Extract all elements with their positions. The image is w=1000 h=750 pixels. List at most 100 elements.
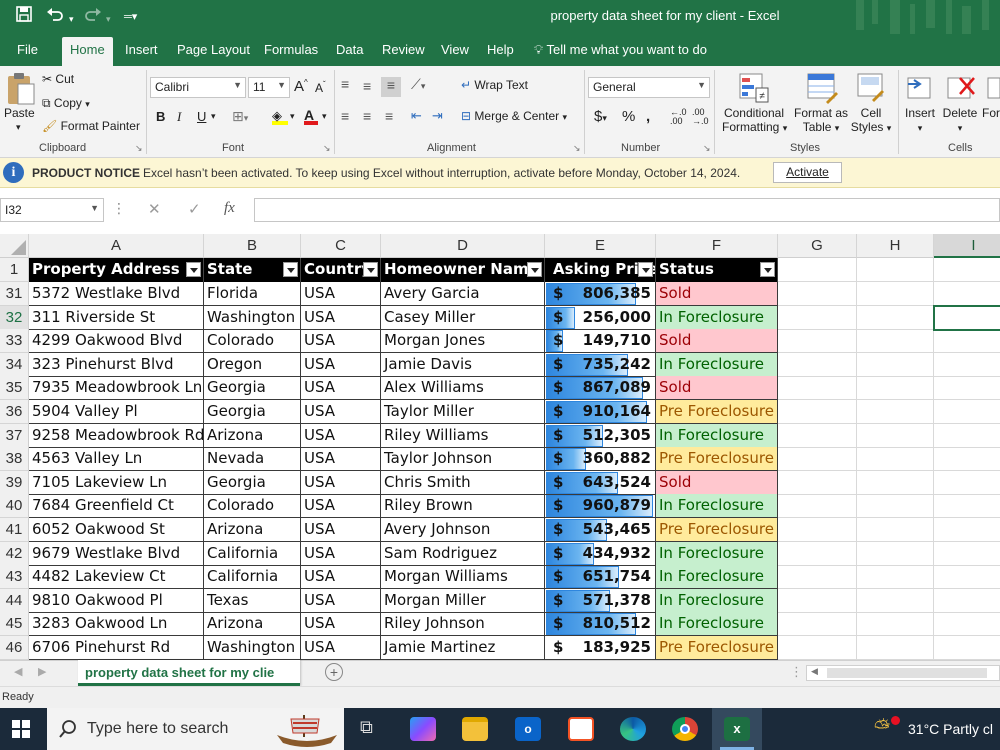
align-bottom-icon[interactable]: ≡	[381, 77, 401, 97]
format-cells-button[interactable]: For	[982, 106, 1000, 120]
cell-property-address[interactable]: 3283 Oakwood Ln	[29, 612, 204, 637]
scroll-sheets-right-icon[interactable]: ▶	[38, 665, 46, 678]
empty-cell[interactable]	[778, 282, 857, 306]
cell-status[interactable]: Sold	[656, 329, 778, 354]
empty-cell[interactable]	[778, 518, 857, 542]
empty-cell[interactable]	[934, 589, 1000, 613]
empty-cell[interactable]	[857, 588, 934, 613]
cell-status[interactable]: Pre Foreclosure	[656, 518, 778, 542]
empty-cell[interactable]	[778, 400, 857, 424]
row-header[interactable]: 46	[0, 636, 29, 660]
cell-country[interactable]: USA	[301, 376, 381, 401]
cell-property-address[interactable]: 9810 Oakwood Pl	[29, 588, 204, 613]
cell-homeowner-name[interactable]: Avery Garcia	[381, 282, 545, 306]
cell-homeowner-name[interactable]: Riley Johnson	[381, 612, 545, 637]
cell-status[interactable]: In Foreclosure	[656, 423, 778, 448]
cell-asking-price[interactable]: $149,710	[545, 329, 656, 354]
empty-cell[interactable]	[857, 282, 934, 306]
cell-homeowner-name[interactable]: Sam Rodriguez	[381, 541, 545, 566]
scrollbar-thumb[interactable]	[827, 668, 987, 678]
increase-indent-icon[interactable]: ⇥	[432, 108, 443, 124]
cell-property-address[interactable]: 9679 Westlake Blvd	[29, 541, 204, 566]
filter-dropdown-icon[interactable]	[363, 262, 378, 277]
empty-cell[interactable]	[778, 612, 857, 637]
cell-country[interactable]: USA	[301, 541, 381, 566]
cell-country[interactable]: USA	[301, 636, 381, 660]
cell-state[interactable]: Colorado	[204, 494, 301, 519]
column-header-d[interactable]: D	[381, 234, 545, 258]
empty-cell[interactable]	[778, 352, 857, 377]
empty-cell[interactable]	[934, 424, 1000, 448]
fill-color-icon[interactable]: ◈	[272, 108, 288, 125]
decrease-indent-icon[interactable]: ⇤	[411, 108, 422, 124]
tab-home[interactable]: Home	[62, 37, 113, 66]
increase-decimal-icon[interactable]: ←.0.00	[670, 108, 687, 126]
activate-button[interactable]: Activate	[773, 162, 842, 183]
empty-cell[interactable]	[778, 470, 857, 495]
empty-cell[interactable]	[934, 258, 1000, 282]
row-header[interactable]: 42	[0, 541, 29, 566]
empty-cell[interactable]	[934, 494, 1000, 519]
windows-start-icon[interactable]	[12, 720, 30, 738]
tab-page-layout[interactable]: Page Layout	[177, 42, 250, 57]
cell-property-address[interactable]: 311 Riverside St	[29, 305, 204, 330]
filter-dropdown-icon[interactable]	[760, 262, 775, 277]
cell-homeowner-name[interactable]: Taylor Johnson	[381, 447, 545, 472]
conditional-formatting-button[interactable]: Conditional Formatting ▾	[722, 106, 787, 134]
row-header[interactable]: 32	[0, 305, 29, 330]
empty-cell[interactable]	[934, 353, 1000, 377]
empty-cell[interactable]	[778, 447, 857, 472]
cell-property-address[interactable]: 5904 Valley Pl	[29, 400, 204, 424]
row-header[interactable]: 40	[0, 494, 29, 519]
row-header[interactable]: 1	[0, 258, 29, 282]
row-header[interactable]: 37	[0, 423, 29, 448]
empty-cell[interactable]	[857, 447, 934, 472]
worksheet-grid[interactable]: A B C D E F G H I 1 Property Address Sta…	[0, 234, 1000, 660]
filter-dropdown-icon[interactable]	[638, 262, 653, 277]
empty-cell[interactable]	[778, 541, 857, 566]
cell-asking-price[interactable]: $806,385	[545, 282, 656, 306]
empty-cell[interactable]	[934, 636, 1000, 660]
scroll-sheets-left-icon[interactable]: ◀	[14, 665, 22, 678]
cell-state[interactable]: Georgia	[204, 470, 301, 495]
tab-data[interactable]: Data	[336, 42, 363, 57]
font-name-select[interactable]: Calibri ▼	[150, 77, 246, 98]
enter-formula-icon[interactable]: ✓	[188, 200, 201, 218]
cell-asking-price[interactable]: $512,305	[545, 423, 656, 448]
insert-cells-button[interactable]: Insert ▾	[904, 106, 936, 134]
insert-function-icon[interactable]: fx	[224, 200, 235, 217]
cell-property-address[interactable]: 4482 Lakeview Ct	[29, 565, 204, 590]
font-launcher-icon[interactable]: ↘	[323, 143, 331, 154]
column-header-f[interactable]: F	[656, 234, 778, 258]
delete-cells-icon[interactable]	[946, 72, 976, 102]
format-as-table-icon[interactable]	[806, 72, 838, 104]
cell-homeowner-name[interactable]: Riley Brown	[381, 494, 545, 519]
cell-asking-price[interactable]: $867,089	[545, 376, 656, 401]
alignment-launcher-icon[interactable]: ↘	[573, 143, 581, 154]
task-view-icon[interactable]: ⧉	[360, 717, 373, 738]
empty-cell[interactable]	[778, 376, 857, 401]
underline-icon[interactable]: U	[197, 109, 206, 124]
row-header[interactable]: 33	[0, 329, 29, 354]
empty-cell[interactable]	[778, 329, 857, 354]
font-color-icon[interactable]: A	[304, 107, 318, 125]
cell-asking-price[interactable]: $735,242	[545, 352, 656, 377]
taskbar-search-box[interactable]: Type here to search	[47, 708, 344, 750]
column-header-c[interactable]: C	[301, 234, 381, 258]
cell-state[interactable]: Nevada	[204, 447, 301, 472]
cell-status[interactable]: Sold	[656, 282, 778, 306]
bold-icon[interactable]: B	[156, 109, 165, 124]
header-homeowner-name[interactable]: Homeowner Name	[381, 258, 545, 282]
cut-button[interactable]: ✂ Cut	[42, 72, 74, 86]
empty-cell[interactable]	[934, 282, 1000, 306]
cell-state[interactable]: Arizona	[204, 423, 301, 448]
decrease-decimal-icon[interactable]: .00 →.0	[692, 108, 709, 126]
empty-cell[interactable]	[934, 376, 1000, 401]
empty-cell[interactable]	[857, 470, 934, 495]
empty-cell[interactable]	[857, 494, 934, 519]
align-top-icon[interactable]: ≡	[341, 76, 349, 92]
tab-insert[interactable]: Insert	[125, 42, 158, 57]
column-header-b[interactable]: B	[204, 234, 301, 258]
row-header[interactable]: 44	[0, 588, 29, 613]
cell-asking-price[interactable]: $183,925	[545, 636, 656, 660]
